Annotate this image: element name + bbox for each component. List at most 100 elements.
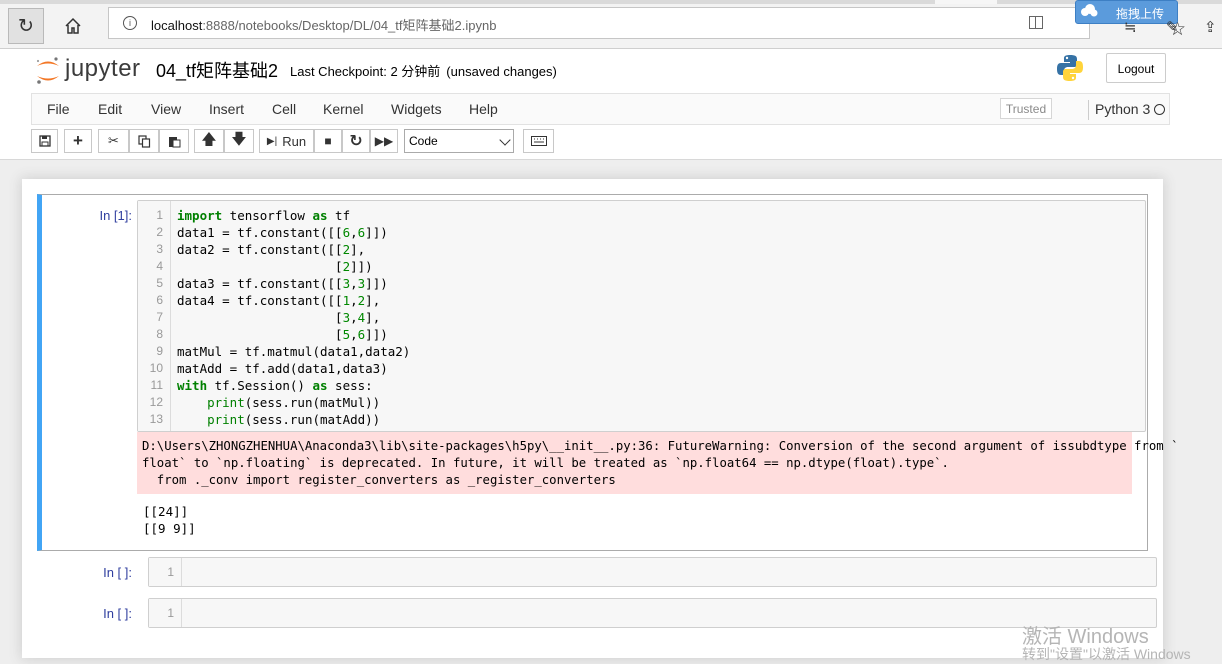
- kernel-name[interactable]: Python 3: [1095, 101, 1150, 117]
- tab-strip: [0, 0, 1222, 4]
- address-bar[interactable]: i localhost:8888/notebooks/Desktop/DL/04…: [108, 7, 1186, 40]
- url-text[interactable]: localhost:8888/notebooks/Desktop/DL/04_t…: [151, 15, 496, 34]
- fast-forward-icon: ▶▶: [374, 134, 394, 148]
- restart-button[interactable]: ↻: [342, 129, 370, 153]
- line-number: 3: [156, 242, 163, 256]
- line-number: 11: [150, 378, 163, 392]
- home-button[interactable]: [55, 8, 91, 44]
- code-editor[interactable]: 1 2 3 4 5 6 7 8 9 10 11 12 13 import ten…: [137, 200, 1146, 432]
- restart-icon: ↻: [349, 133, 363, 150]
- input-prompt: In [ ]:: [103, 565, 132, 580]
- notebook-title[interactable]: 04_tf矩阵基础2: [156, 57, 278, 83]
- run-label: Run: [282, 133, 307, 149]
- code-line-9: matMul = tf.matmul(data1,data2): [177, 344, 411, 359]
- restart-run-all-button[interactable]: ▶▶: [370, 129, 398, 153]
- logout-button[interactable]: Logout: [1106, 53, 1166, 83]
- kernel-divider: [1088, 100, 1089, 120]
- refresh-icon: ↻: [18, 15, 34, 37]
- stdout-output: [[24]] [[9 9]]: [143, 504, 196, 536]
- code-line-10: matAdd = tf.add(data1,data3): [177, 361, 388, 376]
- info-icon[interactable]: i: [123, 16, 137, 30]
- refresh-button[interactable]: ↻: [8, 8, 44, 44]
- scissors-icon: ✂: [108, 133, 119, 148]
- url-path: :8888/notebooks/Desktop/DL/04_tf矩阵基础2.ip…: [202, 18, 497, 33]
- code-line-12: print(sess.run(matMul)): [207, 395, 381, 410]
- menu-insert[interactable]: Insert: [209, 101, 244, 117]
- jupyter-orbit-icon: [36, 57, 59, 84]
- line-number-gutter: 1: [149, 599, 182, 627]
- annotate-icon[interactable]: ✎: [1166, 18, 1179, 36]
- line-number: 6: [156, 293, 163, 307]
- arrow-down-icon: 🡇: [231, 130, 247, 148]
- menu-bar: File Edit View Insert Cell Kernel Widget…: [31, 93, 1170, 125]
- line-number-gutter: 1 2 3 4 5 6 7 8 9 10 11 12 13: [138, 201, 171, 431]
- python-logo-icon: [1057, 55, 1083, 81]
- command-palette-button[interactable]: [523, 129, 554, 153]
- code-cell[interactable]: In [ ]: 1: [37, 594, 1157, 630]
- menu-kernel[interactable]: Kernel: [323, 101, 363, 117]
- chevron-down-icon: [499, 134, 511, 146]
- reading-view-icon[interactable]: [1029, 16, 1043, 29]
- line-number: 1: [156, 208, 163, 222]
- line-number: 9: [156, 344, 163, 358]
- code-editor[interactable]: 1: [148, 598, 1157, 628]
- keyboard-icon: [530, 136, 547, 146]
- checkpoint-status: Last Checkpoint: 2 分钟前 (unsaved changes): [290, 61, 557, 80]
- run-button[interactable]: ▶| Run: [259, 129, 314, 153]
- arrow-up-icon: 🡅: [201, 130, 217, 148]
- stderr-output: D:\Users\ZHONGZHENHUA\Anaconda3\lib\site…: [137, 432, 1178, 494]
- move-up-button[interactable]: 🡅: [194, 129, 224, 153]
- menu-file[interactable]: File: [47, 101, 70, 117]
- copy-button[interactable]: [129, 129, 159, 153]
- code-line-6: data4 = tf.constant([[1,2],: [177, 293, 381, 308]
- code-line-8: [5,6]]): [177, 327, 388, 342]
- code-line-3: data2 = tf.constant([[2],: [177, 242, 366, 257]
- kernel-idle-indicator-icon: [1154, 104, 1165, 115]
- save-button[interactable]: [31, 129, 58, 153]
- plus-icon: +: [73, 131, 83, 150]
- step-forward-icon: ▶|: [266, 135, 278, 147]
- line-number: 8: [156, 327, 163, 341]
- active-tab[interactable]: [935, 0, 997, 4]
- line-number: 2: [156, 225, 163, 239]
- code-cell[interactable]: In [ ]: 1: [37, 553, 1157, 589]
- unsaved-changes-text: (unsaved changes): [446, 64, 557, 79]
- share-icon[interactable]: ⇪: [1204, 18, 1217, 36]
- menu-view[interactable]: View: [151, 101, 181, 117]
- line-number: 7: [156, 310, 163, 324]
- jupyter-header: jupyter 04_tf矩阵基础2 Last Checkpoint: 2 分钟…: [0, 49, 1222, 160]
- trusted-badge[interactable]: Trusted: [1000, 98, 1052, 119]
- code-editor[interactable]: 1: [148, 557, 1157, 587]
- logo-text: jupyter: [65, 55, 141, 82]
- paste-button[interactable]: [159, 129, 189, 153]
- line-number: 1: [167, 565, 174, 579]
- hub-icon[interactable]: ≒: [1124, 18, 1137, 36]
- line-number: 13: [149, 412, 163, 426]
- menu-widgets[interactable]: Widgets: [391, 101, 442, 117]
- code-cell-selected[interactable]: In [1]: 1 2 3 4 5 6 7 8 9 10 11 12 13 im…: [37, 194, 1178, 551]
- insert-cell-button[interactable]: +: [64, 129, 92, 153]
- cut-button[interactable]: ✂: [98, 129, 129, 153]
- line-number: 4: [156, 259, 163, 273]
- code-line-1: import tensorflow as tf: [177, 208, 351, 223]
- input-prompt: In [ ]:: [103, 606, 132, 621]
- line-number: 5: [156, 276, 163, 290]
- menu-help[interactable]: Help: [469, 101, 498, 117]
- checkpoint-text: Last Checkpoint: 2 分钟前: [290, 64, 441, 79]
- floppy-disk-icon: [38, 135, 51, 147]
- move-down-button[interactable]: 🡇: [224, 129, 254, 153]
- cell-type-select[interactable]: Code: [404, 129, 514, 153]
- input-prompt: In [1]:: [99, 208, 132, 223]
- menu-edit[interactable]: Edit: [98, 101, 122, 117]
- line-number: 10: [149, 361, 163, 375]
- line-number: 12: [149, 395, 163, 409]
- interrupt-button[interactable]: ■: [314, 129, 342, 153]
- browser-toolbar: ↻ i localhost:8888/notebooks/Desktop/DL/…: [0, 0, 1222, 49]
- code-line-13: print(sess.run(matAdd)): [207, 412, 381, 427]
- jupyter-logo[interactable]: jupyter: [35, 53, 145, 85]
- line-number: 1: [167, 606, 174, 620]
- menu-cell[interactable]: Cell: [272, 101, 296, 117]
- cell-type-value: Code: [409, 134, 438, 148]
- stop-icon: ■: [324, 134, 332, 148]
- windows-activation-subtitle: 转到"设置"以激活 Windows: [1022, 646, 1191, 662]
